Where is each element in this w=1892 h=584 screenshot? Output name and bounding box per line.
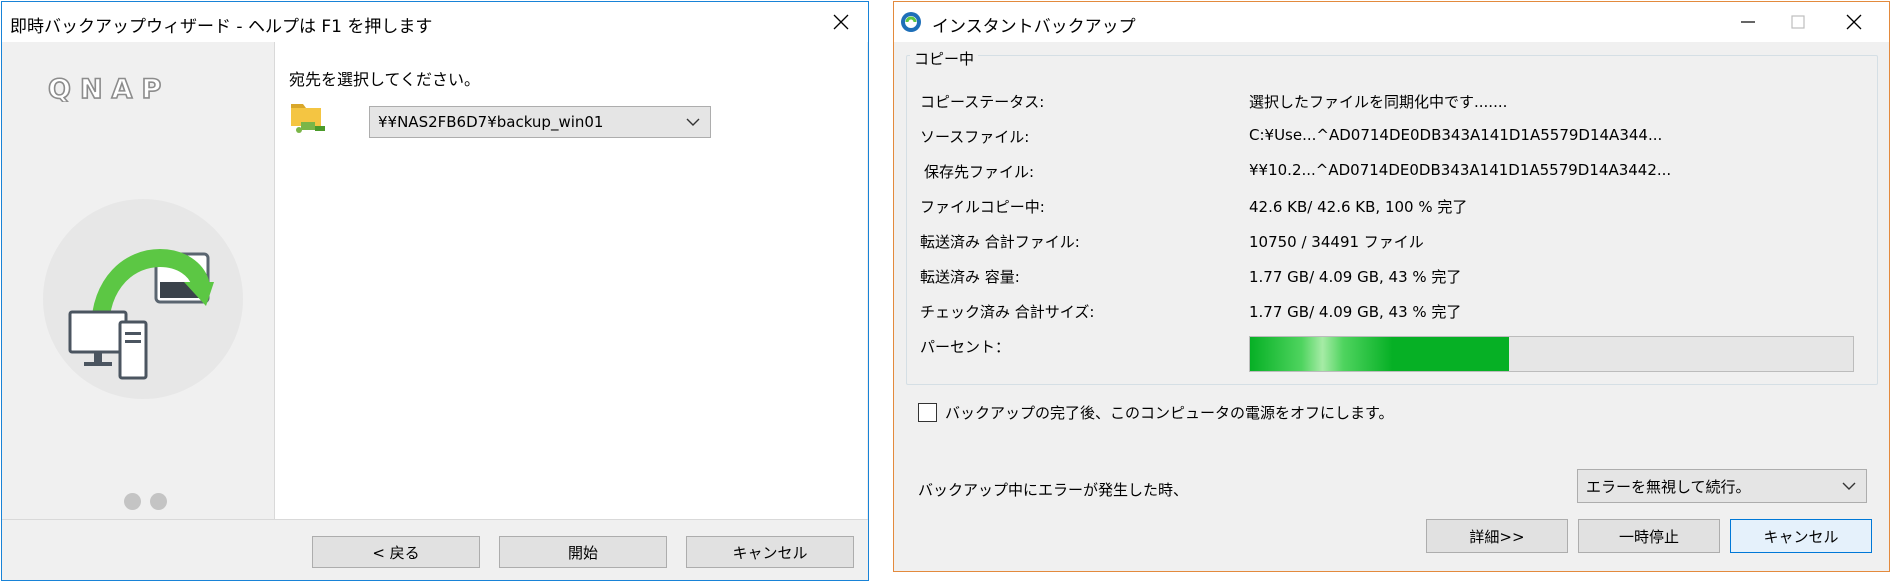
- copy-status-group-label: コピー中: [910, 48, 979, 69]
- checked-size-label: チェック済み 合計サイズ:: [920, 303, 1095, 321]
- start-button[interactable]: 開始: [499, 536, 667, 568]
- maximize-button[interactable]: [1775, 2, 1821, 42]
- source-file-value: C:¥Use...^AD0714DE0DB343A141D1A5579D14A3…: [1249, 126, 1663, 144]
- details-button[interactable]: 詳細>>: [1426, 519, 1568, 553]
- close-icon: [833, 14, 849, 30]
- wizard-side-panel: QNAP: [2, 42, 274, 519]
- error-handling-value: エラーを無視して続行。: [1586, 477, 1751, 496]
- destination-file-value: ¥¥10.2...^AD0714DE0DB343A141D1A5579D14A3…: [1249, 161, 1672, 179]
- instant-backup-close-button[interactable]: [1831, 2, 1877, 42]
- transferred-size-label: 転送済み 容量:: [920, 268, 1020, 286]
- instant-backup-window: インスタントバックアップ コピー中 コピーステータス: 選択したファイルを同期化…: [893, 1, 1890, 572]
- close-icon: [1846, 14, 1862, 30]
- svg-text:QNAP: QNAP: [48, 74, 170, 102]
- back-button[interactable]: < 戻る: [312, 536, 480, 568]
- maximize-icon: [1791, 15, 1805, 29]
- destination-prompt: 宛先を選択してください。: [289, 70, 481, 89]
- wizard-close-button[interactable]: [818, 2, 864, 42]
- file-copying-label: ファイルコピー中:: [920, 198, 1045, 216]
- chevron-down-icon: [686, 118, 700, 126]
- page-indicator-dot: [150, 493, 167, 510]
- backup-wizard-window: 即時バックアップウィザード - ヘルプは F1 を押します QNAP 宛先を選択…: [1, 1, 869, 581]
- error-handling-label: バックアップ中にエラーが発生した時、: [918, 481, 1189, 499]
- wizard-titlebar[interactable]: 即時バックアップウィザード - ヘルプは F1 を押します: [2, 2, 868, 42]
- shutdown-option[interactable]: バックアップの完了後、このコンピュータの電源をオフにします。: [918, 402, 1394, 423]
- destination-value: ¥¥NAS2FB6D7¥backup_win01: [378, 113, 604, 131]
- error-handling-dropdown[interactable]: エラーを無視して続行。: [1577, 469, 1867, 503]
- wizard-button-bar: < 戻る 開始 キャンセル: [2, 519, 868, 580]
- folder-icon: [291, 104, 325, 133]
- shutdown-checkbox-label: バックアップの完了後、このコンピュータの電源をオフにします。: [945, 404, 1394, 422]
- backup-progress-bar: [1249, 336, 1854, 372]
- file-copying-value: 42.6 KB/ 42.6 KB, 100 % 完了: [1249, 198, 1468, 216]
- page-indicator-dot: [124, 493, 141, 510]
- percent-label: パーセント：: [920, 338, 1011, 356]
- wizard-title: 即時バックアップウィザード - ヘルプは F1 を押します: [10, 17, 433, 37]
- app-icon: [901, 12, 921, 32]
- chevron-down-icon: [1842, 482, 1856, 490]
- destination-file-label: 保存先ファイル:: [924, 163, 1035, 181]
- destination-dropdown[interactable]: ¥¥NAS2FB6D7¥backup_win01: [369, 106, 711, 138]
- backup-illustration: [68, 248, 214, 380]
- progress-fill: [1250, 337, 1510, 371]
- minimize-icon: [1741, 21, 1755, 23]
- wizard-content: 宛先を選択してください。 ¥¥NAS2FB6D7¥backup_win01: [274, 42, 867, 519]
- copy-status-value: 選択したファイルを同期化中です.......: [1249, 93, 1508, 111]
- pause-button[interactable]: 一時停止: [1578, 519, 1720, 553]
- copy-status-label: コピーステータス:: [920, 93, 1045, 111]
- shutdown-checkbox[interactable]: [918, 403, 937, 422]
- checked-size-value: 1.77 GB/ 4.09 GB, 43 % 完了: [1249, 303, 1462, 321]
- wizard-cancel-button[interactable]: キャンセル: [686, 536, 854, 568]
- instant-backup-cancel-button[interactable]: キャンセル: [1730, 519, 1872, 553]
- instant-backup-title: インスタントバックアップ: [932, 17, 1136, 37]
- transferred-files-label: 転送済み 合計ファイル:: [920, 233, 1080, 251]
- transferred-size-value: 1.77 GB/ 4.09 GB, 43 % 完了: [1249, 268, 1462, 286]
- minimize-button[interactable]: [1725, 2, 1771, 42]
- source-file-label: ソースファイル:: [920, 128, 1030, 146]
- instant-backup-titlebar[interactable]: インスタントバックアップ: [894, 2, 1889, 42]
- qnap-logo: QNAP: [47, 74, 170, 102]
- transferred-files-value: 10750 / 34491 ファイル: [1249, 233, 1424, 251]
